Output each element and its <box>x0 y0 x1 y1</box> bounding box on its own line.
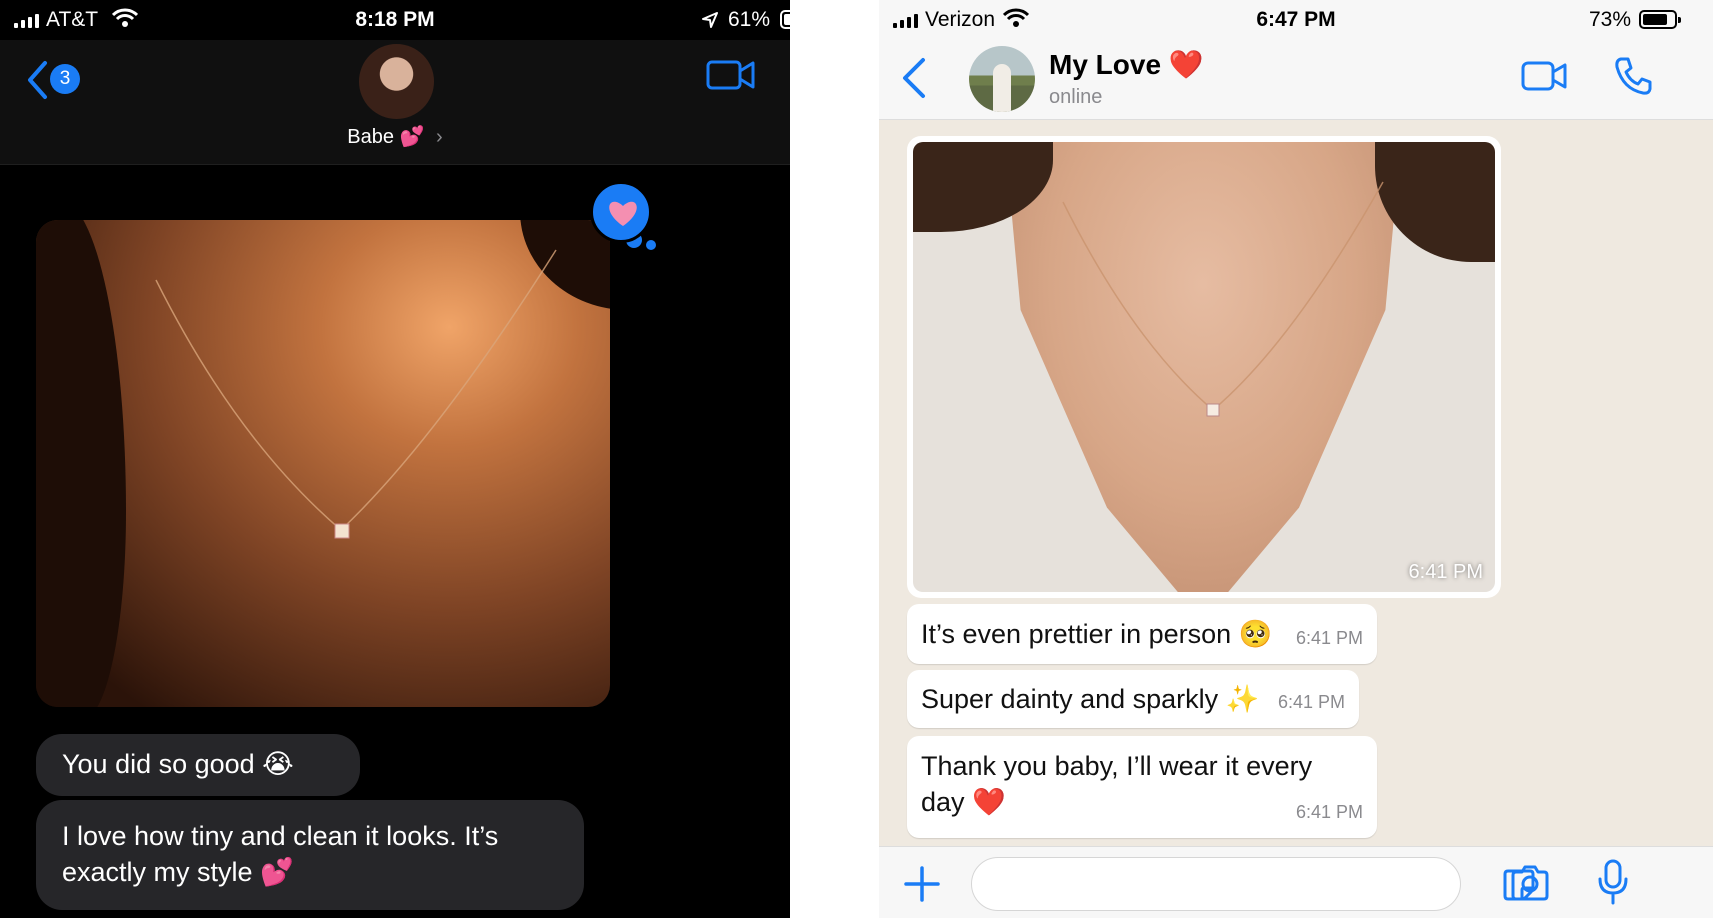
facetime-video-icon[interactable] <box>706 58 756 92</box>
plus-icon[interactable] <box>903 865 941 903</box>
composer-bar <box>879 846 1713 918</box>
phone-icon[interactable] <box>1613 56 1653 96</box>
necklace-chain <box>155 249 557 539</box>
photo-timestamp: 6:41 PM <box>1408 561 1483 583</box>
battery-percent: 61% <box>728 8 771 31</box>
presence-status: online <box>1049 86 1103 108</box>
message-bubble[interactable]: You did so good 😭 <box>36 734 360 796</box>
chevron-right-icon: › <box>436 126 443 148</box>
unread-badge: 3 <box>50 64 80 94</box>
message-text: It’s even prettier in person 🥺 <box>921 619 1273 649</box>
necklace-photo[interactable] <box>36 220 610 707</box>
message-timestamp: 6:41 PM <box>1295 628 1363 648</box>
message-bubble[interactable]: Thank you baby, I’ll wear it every day ❤… <box>907 736 1377 838</box>
contact-avatar[interactable] <box>359 44 434 119</box>
message-text: I love how tiny and clean it looks. It’s… <box>62 821 499 887</box>
status-bar: AT&T 8:18 PM 61% <box>0 0 790 40</box>
chat-header: My Love ❤️ online <box>879 40 1713 120</box>
necklace-photo-message[interactable]: 6:41 PM <box>907 136 1501 598</box>
status-bar: Verizon 6:47 PM 73% <box>879 0 1713 40</box>
contact-name[interactable]: My Love ❤️ <box>1049 48 1204 81</box>
camera-icon[interactable] <box>1509 863 1551 903</box>
message-bubble[interactable]: Super dainty and sparkly ✨ 6:41 PM <box>907 670 1359 728</box>
video-call-icon[interactable] <box>1521 60 1567 92</box>
battery-percent: 73% <box>1589 8 1632 31</box>
message-bubble[interactable]: I love how tiny and clean it looks. It’s… <box>36 800 584 910</box>
message-bubble[interactable]: It’s even prettier in person 🥺 6:41 PM <box>907 604 1377 664</box>
necklace-chain <box>1062 181 1384 417</box>
clock: 8:18 PM <box>355 8 435 31</box>
heart-tapback[interactable] <box>590 181 652 243</box>
battery-icon <box>780 10 790 29</box>
message-text: Super dainty and sparkly ✨ <box>921 684 1260 714</box>
back-button[interactable]: 3 <box>22 56 92 102</box>
necklace-photo: 6:41 PM <box>913 142 1495 592</box>
microphone-icon[interactable] <box>1597 859 1629 905</box>
imessage-screen: AT&T 8:18 PM 61% 3 Babe 💕 › You did so g… <box>0 0 790 918</box>
message-input[interactable] <box>990 858 1410 908</box>
contact-name: Babe 💕 <box>347 126 425 148</box>
tapback-tail-dot <box>646 240 656 250</box>
contact-name-button[interactable]: Babe 💕 › <box>0 124 790 149</box>
contact-avatar[interactable] <box>969 46 1035 112</box>
whatsapp-screen: Verizon 6:47 PM 73% My Love ❤️ online 6:… <box>879 0 1713 918</box>
message-input-field[interactable] <box>971 857 1535 911</box>
message-timestamp: 6:41 PM <box>1277 692 1345 712</box>
clock: 6:47 PM <box>1256 8 1336 31</box>
message-timestamp: 6:41 PM <box>1295 802 1363 822</box>
heart-icon <box>609 201 637 226</box>
location-icon <box>702 12 718 28</box>
message-text: You did so good 😭 <box>62 749 294 779</box>
chevron-left-icon[interactable] <box>899 56 929 100</box>
battery-icon <box>1639 10 1681 29</box>
chevron-left-icon <box>28 61 47 99</box>
message-text: Thank you baby, I’ll wear it every day ❤… <box>921 751 1313 817</box>
conversation-header: 3 Babe 💕 › <box>0 40 790 165</box>
